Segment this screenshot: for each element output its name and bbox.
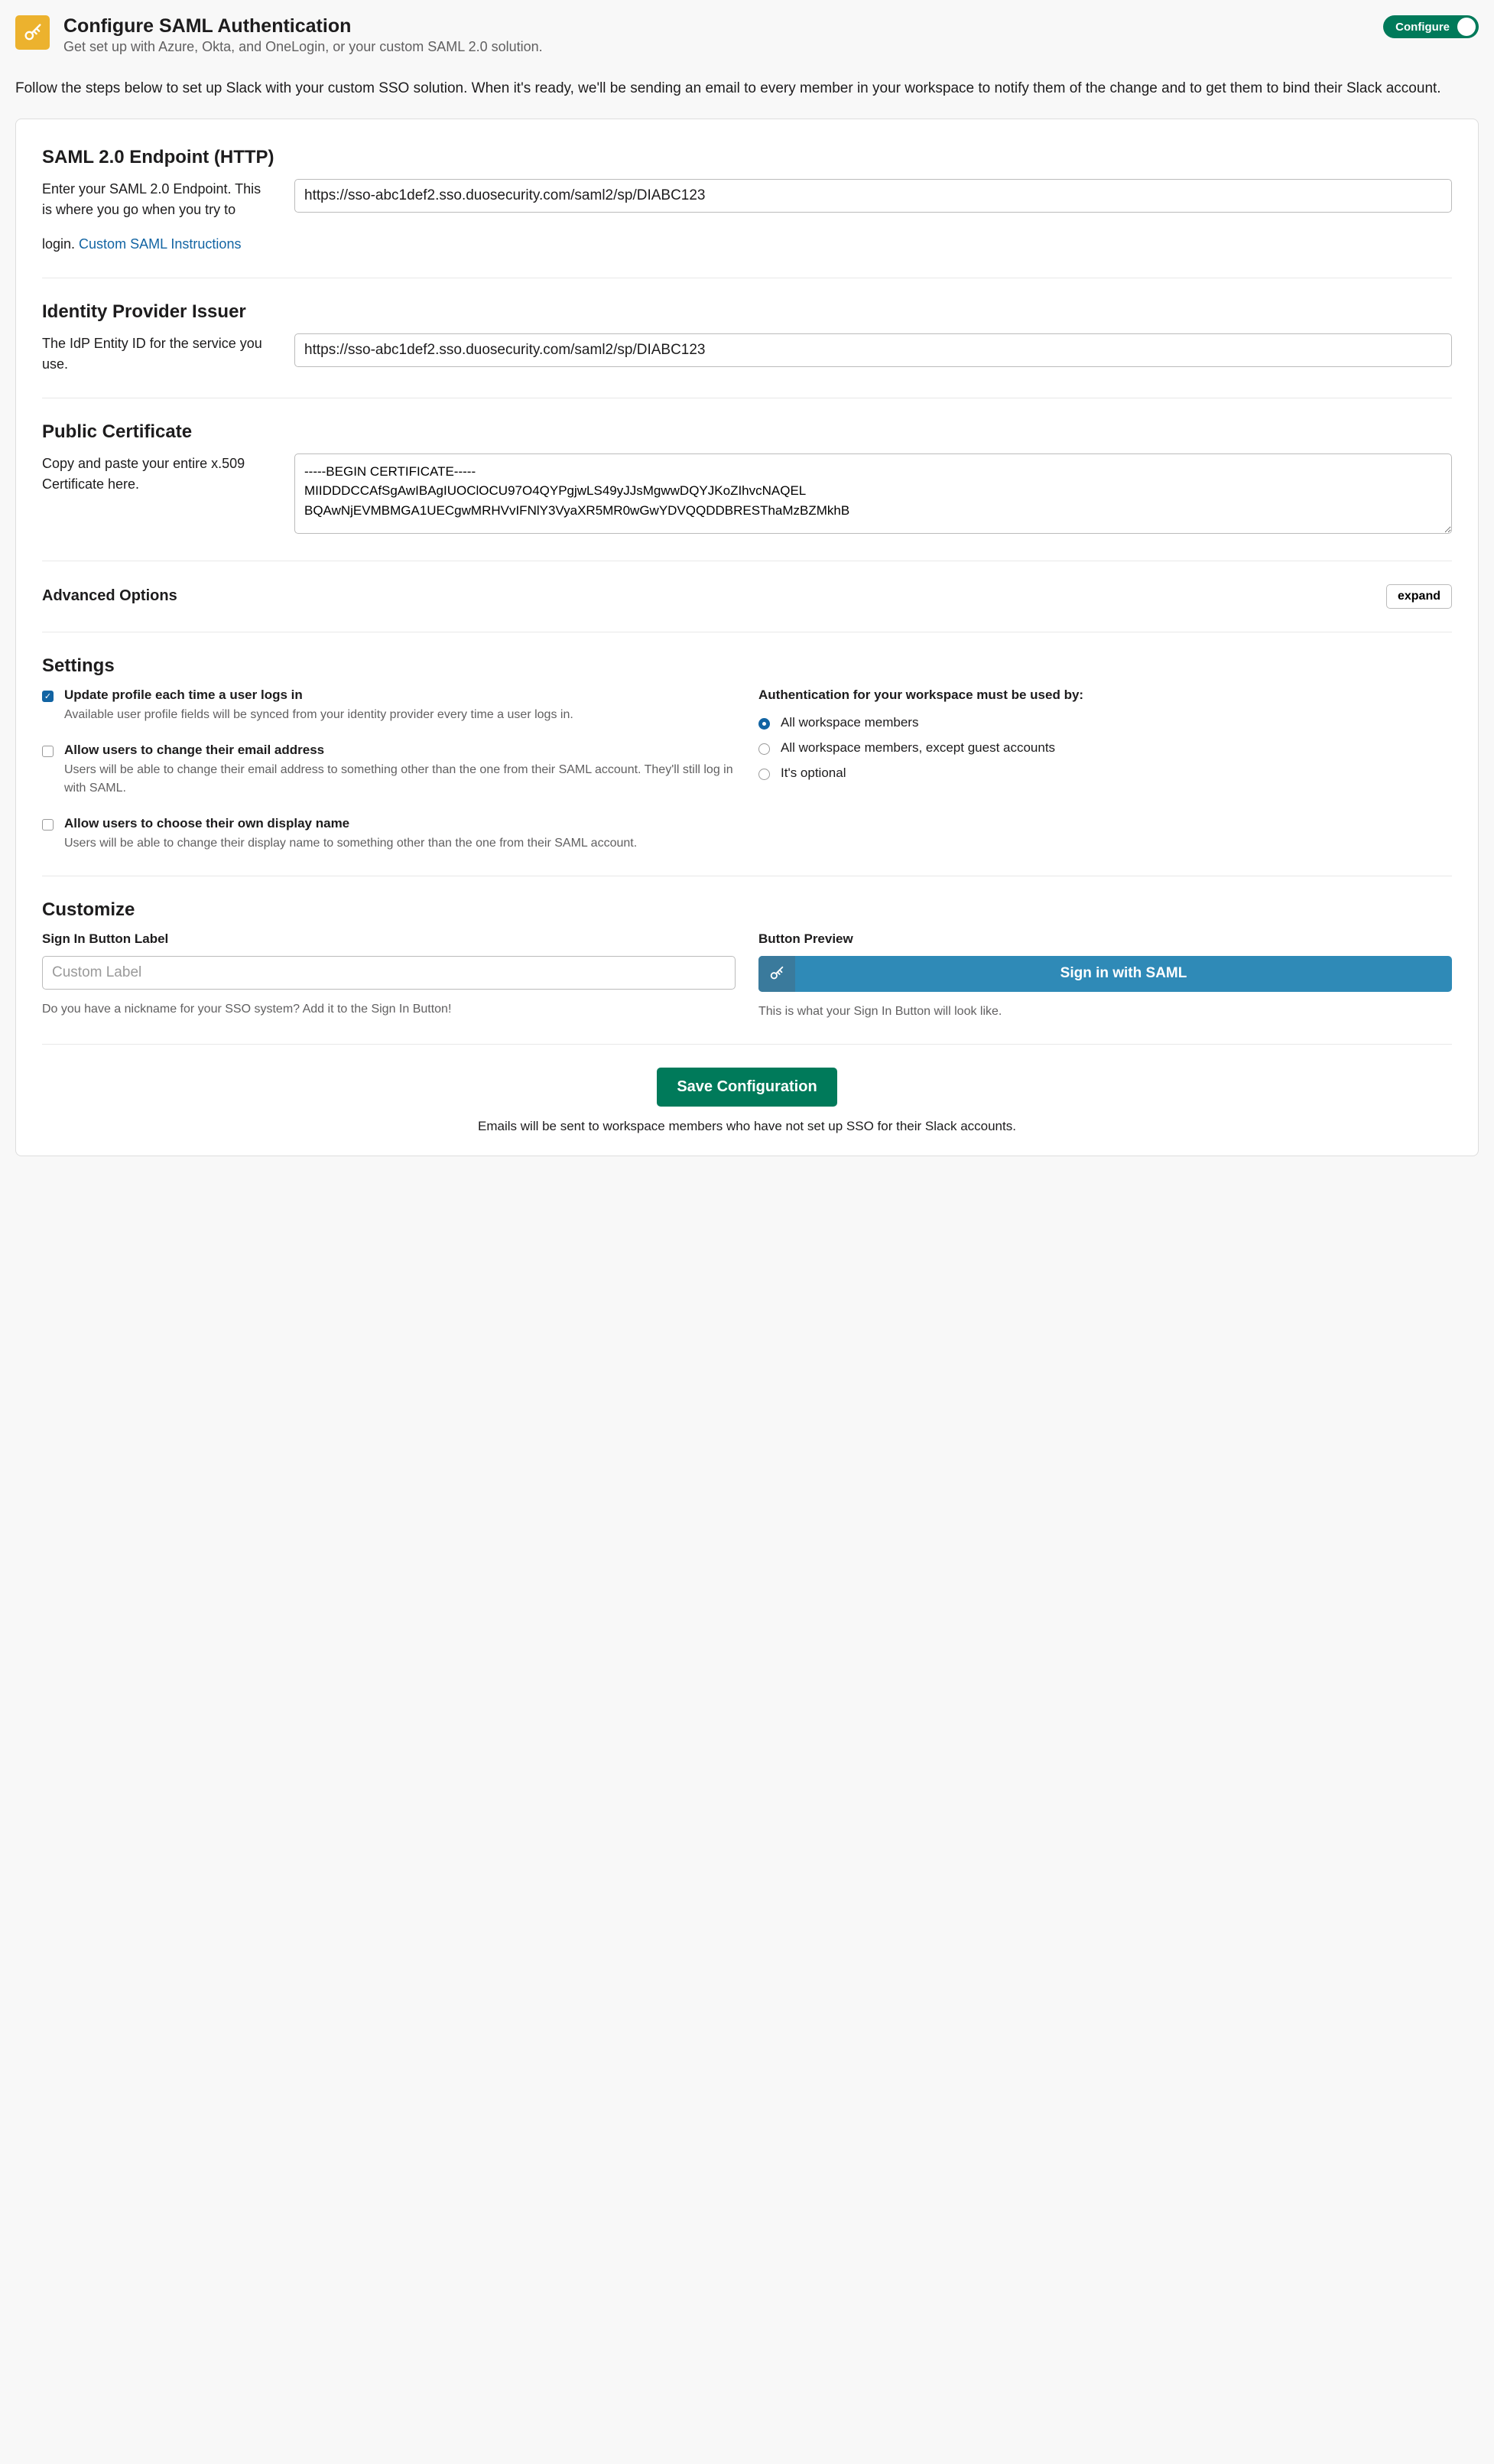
section-endpoint: SAML 2.0 Endpoint (HTTP) Enter your SAML… — [42, 147, 1452, 255]
toggle-label: Configure — [1395, 21, 1450, 34]
signin-label-heading: Sign In Button Label — [42, 931, 736, 947]
signin-label-helper: Do you have a nickname for your SSO syst… — [42, 1000, 736, 1019]
radio-icon — [758, 718, 770, 730]
signin-preview-label: Sign in with SAML — [795, 956, 1452, 992]
section-settings: Settings ✓ Update profile each time a use… — [42, 655, 1452, 853]
section-customize: Customize Sign In Button Label Do you ha… — [42, 899, 1452, 1021]
settings-auth: Authentication for your workspace must b… — [758, 688, 1452, 853]
checkbox-sub: Available user profile fields will be sy… — [64, 706, 573, 724]
key-icon — [758, 956, 795, 992]
preview-helper: This is what your Sign In Button will lo… — [758, 1003, 1452, 1021]
page-title: Configure SAML Authentication — [63, 15, 543, 37]
checkbox-sub: Users will be able to change their email… — [64, 761, 736, 798]
save-note: Emails will be sent to workspace members… — [42, 1119, 1452, 1134]
toggle-knob — [1457, 18, 1476, 36]
checkbox-item[interactable]: Allow users to choose their own display … — [42, 816, 736, 853]
signin-label-input[interactable] — [42, 956, 736, 990]
intro-text: Follow the steps below to set up Slack w… — [15, 78, 1479, 100]
section-cert: Public Certificate Copy and paste your e… — [42, 421, 1452, 538]
radio-label: All workspace members — [781, 715, 918, 730]
key-icon — [15, 15, 50, 50]
issuer-input[interactable] — [294, 333, 1452, 367]
settings-checkboxes: ✓ Update profile each time a user logs in… — [42, 688, 736, 853]
checkbox-icon — [42, 746, 54, 757]
issuer-heading: Identity Provider Issuer — [42, 301, 1452, 323]
customize-heading: Customize — [42, 899, 1452, 921]
expand-button[interactable]: expand — [1386, 584, 1452, 609]
issuer-desc: The IdP Entity ID for the service you us… — [42, 336, 262, 372]
config-card: SAML 2.0 Endpoint (HTTP) Enter your SAML… — [15, 119, 1479, 1156]
radio-icon — [758, 743, 770, 755]
signin-preview-button[interactable]: Sign in with SAML — [758, 956, 1452, 992]
checkbox-item[interactable]: Allow users to change their email addres… — [42, 743, 736, 798]
radio-item[interactable]: All workspace members, except guest acco… — [758, 740, 1452, 756]
settings-heading: Settings — [42, 655, 1452, 677]
cert-textarea[interactable] — [294, 453, 1452, 534]
cert-heading: Public Certificate — [42, 421, 1452, 443]
radio-item[interactable]: All workspace members — [758, 715, 1452, 730]
checkbox-label: Allow users to change their email addres… — [64, 743, 736, 758]
checkbox-label: Update profile each time a user logs in — [64, 688, 573, 703]
page-subtitle: Get set up with Azure, Okta, and OneLogi… — [63, 39, 543, 55]
radio-label: It's optional — [781, 766, 846, 781]
auth-header: Authentication for your workspace must b… — [758, 688, 1452, 703]
configure-toggle[interactable]: Configure — [1383, 15, 1479, 38]
radio-icon — [758, 769, 770, 780]
checkbox-icon: ✓ — [42, 691, 54, 702]
save-button[interactable]: Save Configuration — [657, 1068, 836, 1107]
checkbox-label: Allow users to choose their own display … — [64, 816, 637, 831]
divider — [42, 1044, 1452, 1045]
advanced-heading: Advanced Options — [42, 587, 177, 605]
preview-heading: Button Preview — [758, 931, 1452, 947]
cert-desc: Copy and paste your entire x.509 Certifi… — [42, 456, 245, 492]
checkbox-sub: Users will be able to change their displ… — [64, 834, 637, 853]
checkbox-icon — [42, 819, 54, 831]
checkbox-item[interactable]: ✓ Update profile each time a user logs in… — [42, 688, 736, 724]
radio-label: All workspace members, except guest acco… — [781, 740, 1055, 756]
radio-item[interactable]: It's optional — [758, 766, 1452, 781]
endpoint-heading: SAML 2.0 Endpoint (HTTP) — [42, 147, 1452, 168]
page-header: Configure SAML Authentication Get set up… — [15, 15, 1479, 55]
custom-saml-link[interactable]: Custom SAML Instructions — [79, 234, 241, 255]
section-issuer: Identity Provider Issuer The IdP Entity … — [42, 301, 1452, 375]
endpoint-input[interactable] — [294, 179, 1452, 213]
section-advanced: Advanced Options expand — [42, 584, 1452, 609]
